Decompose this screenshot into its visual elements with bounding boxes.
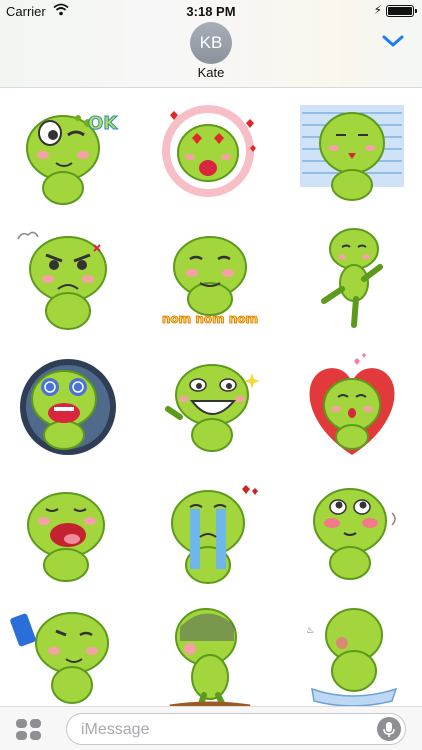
sticker-caption-ok: OK [88,113,118,134]
sticker-frog-grin[interactable] [150,347,270,465]
sticker-frog-crying[interactable] [150,473,270,591]
sticker-frog-blue-shock[interactable] [292,93,412,211]
sticker-frog-nom[interactable]: nom nom nom [150,219,270,337]
sticker-frog-bath-towel[interactable]: ♨ [292,597,412,715]
sticker-frog-blush[interactable] [292,473,412,591]
status-bar: Carrier 3:18 PM ⚡ [0,0,422,22]
message-placeholder: iMessage [81,721,150,738]
sticker-grid: OK nom nom nom ♨ [0,89,422,710]
sticker-frog-dancing[interactable] [292,219,412,337]
sticker-frog-kiss-heart[interactable] [292,347,412,465]
sticker-frog-ok[interactable]: OK [8,93,128,211]
svg-text:♨: ♨ [306,626,314,636]
sticker-frog-heart-eyes[interactable] [150,93,270,211]
contact-name[interactable]: Kate [0,65,422,80]
sticker-frog-angry[interactable] [8,219,128,337]
sticker-frog-yawn[interactable] [8,473,128,591]
chevron-down-icon[interactable] [382,34,404,48]
messages-header: Carrier 3:18 PM ⚡ KB Kate [0,0,422,88]
message-input[interactable]: iMessage [66,713,406,745]
sticker-frog-selfie[interactable] [8,597,128,715]
battery-icon [386,5,417,17]
microphone-icon[interactable] [377,717,401,741]
avatar[interactable]: KB [190,22,232,64]
sticker-caption-nom: nom nom nom [162,312,258,326]
clock: 3:18 PM [186,4,236,19]
app-drawer-icon[interactable] [16,719,42,741]
charging-icon: ⚡ [373,3,382,17]
sticker-frog-sad-walk[interactable] [150,597,270,715]
composer-bar: iMessage [0,706,422,750]
sticker-frog-dark-scream[interactable] [8,347,128,465]
